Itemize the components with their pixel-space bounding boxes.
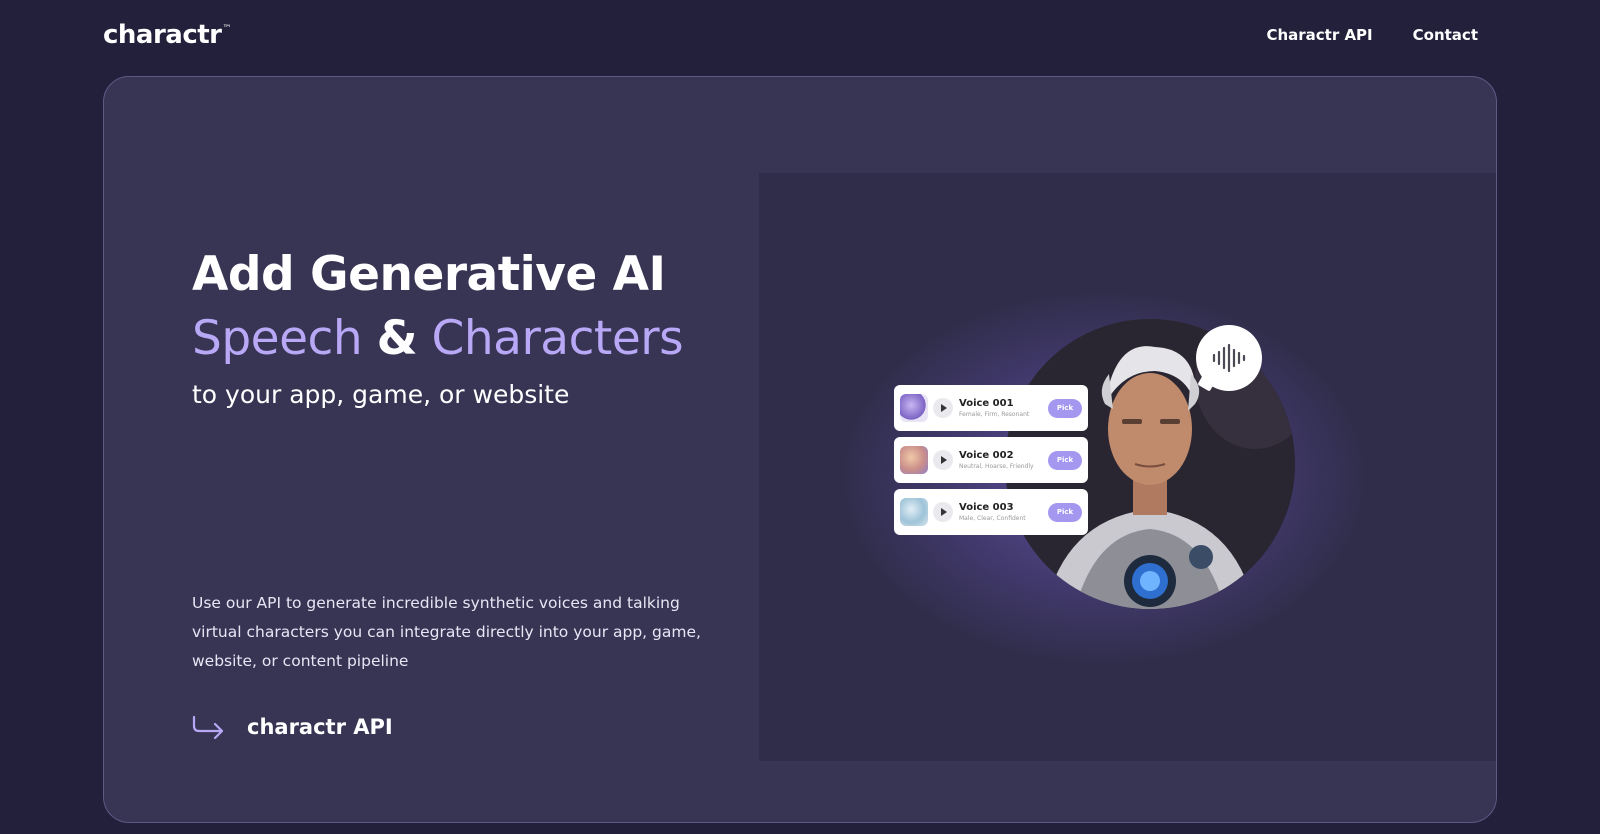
voice-info: Voice 002 Neutral, Hoarse, Friendly [959,449,1048,472]
pick-button[interactable]: Pick [1048,502,1082,522]
nav-link-contact[interactable]: Contact [1413,26,1478,44]
voice-list: Voice 001 Female, Firm, Resonant Pick Vo… [894,385,1088,541]
voice-card: Voice 003 Male, Clear, Confident Pick [894,489,1088,535]
voice-tags: Female, Firm, Resonant [959,410,1030,418]
cta-label: charactr API [247,715,393,739]
play-icon[interactable] [933,502,953,522]
voice-thumbnail [900,446,928,474]
speech-bubble [1196,325,1262,391]
hero-description: Use our API to generate incredible synth… [192,594,701,670]
play-icon[interactable] [933,398,953,418]
voice-card: Voice 002 Neutral, Hoarse, Friendly Pick [894,437,1088,483]
voice-info: Voice 001 Female, Firm, Resonant [959,397,1048,420]
voice-tags: Neutral, Hoarse, Friendly [959,462,1034,470]
voice-name: Voice 003 [959,501,1014,513]
hero-visual: Voice 001 Female, Firm, Resonant Pick Vo… [759,173,1496,761]
charactr-logo[interactable]: charactr™ [103,20,231,50]
hero-subtitle: to your app, game, or website [192,380,570,409]
voice-name: Voice 002 [959,449,1014,461]
nav-link-charactr-api[interactable]: Charactr API [1266,26,1372,44]
pick-button[interactable]: Pick [1048,450,1082,470]
voice-thumbnail [900,498,928,526]
waveform-icon [1212,343,1246,373]
play-icon[interactable] [933,450,953,470]
hero-headline: Add Generative AI Speech & Characters to… [192,243,812,415]
pick-button[interactable]: Pick [1048,398,1082,418]
logo-text: charactr [103,20,222,50]
headline-characters: Characters [431,311,684,366]
headline-line-1: Add Generative AI [192,247,666,302]
voice-card: Voice 001 Female, Firm, Resonant Pick [894,385,1088,431]
headline-line-2: Speech & Characters [192,307,812,371]
hero-card: Add Generative AI Speech & Characters to… [103,76,1497,823]
headline-ampersand: & [376,311,418,366]
arrow-right-icon [192,715,224,740]
charactr-api-link[interactable]: charactr API [192,714,393,740]
voice-name: Voice 001 [959,397,1014,409]
trademark-mark: ™ [222,24,232,34]
headline-speech: Speech [192,311,363,366]
main-nav: Charactr API Contact [1266,26,1478,44]
voice-thumbnail [900,394,928,422]
voice-info: Voice 003 Male, Clear, Confident [959,501,1048,524]
top-nav-bar: charactr™ Charactr API Contact [0,0,1600,76]
voice-tags: Male, Clear, Confident [959,514,1026,522]
